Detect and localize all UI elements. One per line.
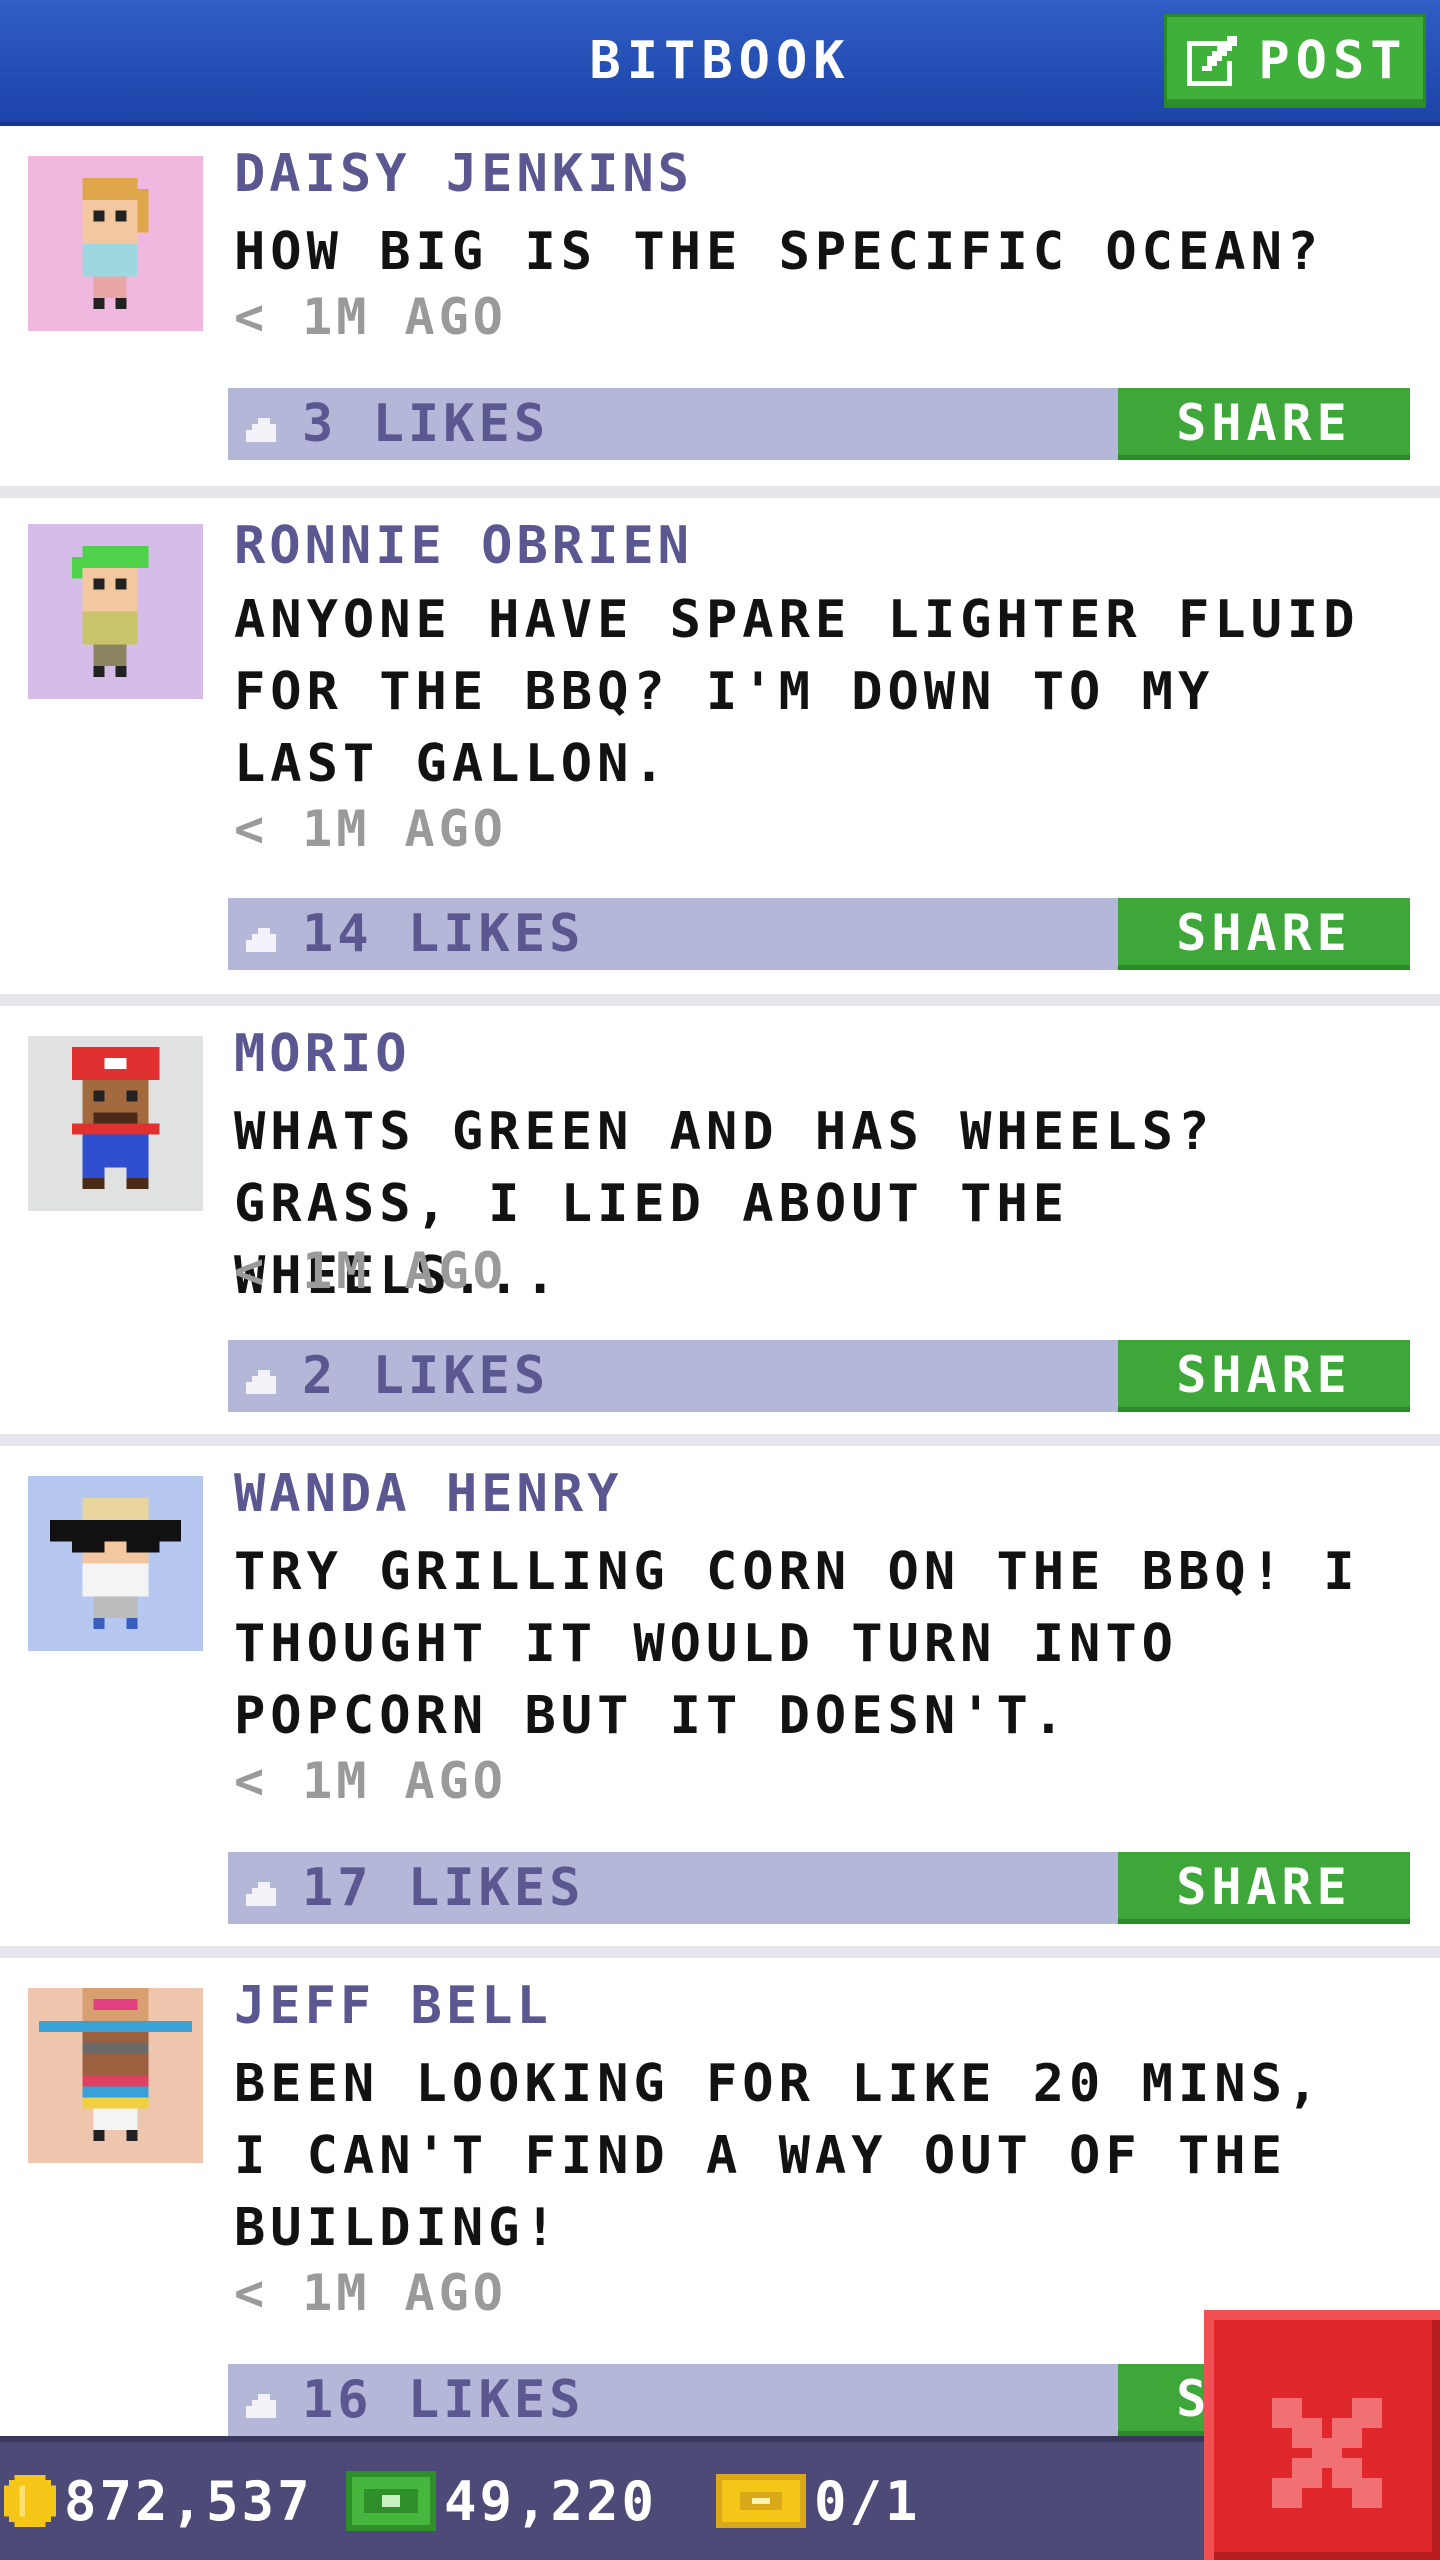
like-bar: 17 LIKES SHARE (228, 1852, 1410, 1924)
bux-stat: 49,220 (346, 2442, 657, 2560)
post-button-label: POST (1258, 31, 1408, 91)
like-count: 14 LIKES (302, 904, 585, 964)
avatar (28, 156, 203, 331)
avatar (28, 1036, 203, 1211)
share-button[interactable]: SHARE (1118, 1340, 1410, 1412)
post-divider (0, 1434, 1440, 1446)
post-author[interactable]: JEFF BELL (234, 1976, 552, 2036)
ticket-icon (716, 2474, 814, 2528)
like-count: 3 LIKES (302, 394, 550, 454)
post-author[interactable]: WANDA HENRY (234, 1464, 622, 1524)
like-bar: 14 LIKES SHARE (228, 898, 1410, 970)
post-time: < 1M AGO (234, 800, 507, 858)
post-divider (0, 1946, 1440, 1958)
like-count: 16 LIKES (302, 2370, 585, 2430)
feed-post: WANDA HENRY TRY GRILLING CORN ON THE BBQ… (0, 1446, 1440, 1946)
like-bar: 3 LIKES SHARE (228, 388, 1410, 460)
feed-post: MORIO WHATS GREEN AND HAS WHEELS? GRASS,… (0, 1006, 1440, 1434)
post-divider (0, 994, 1440, 1006)
feed-post: RONNIE OBRIEN ANYONE HAVE SPARE LIGHTER … (0, 498, 1440, 994)
post-divider (0, 486, 1440, 498)
post-author[interactable]: MORIO (234, 1024, 411, 1084)
tickets-value: 0/1 (814, 2469, 921, 2533)
bux-value: 49,220 (444, 2469, 658, 2533)
cash-icon (346, 2471, 444, 2531)
post-text: TRY GRILLING CORN ON THE BBQ! I THOUGHT … (234, 1542, 1360, 1746)
bitbook-screen: BITBOOK POST DAISY JENKINS HOW BIG IS TH… (0, 0, 1440, 2560)
post-text: HOW BIG IS THE SPECIFIC OCEAN? (234, 222, 1324, 282)
thumbs-up-icon[interactable] (240, 2364, 288, 2440)
coin-icon (4, 2475, 64, 2527)
post-text: ANYONE HAVE SPARE LIGHTER FLUID FOR THE … (234, 590, 1360, 794)
post-button[interactable]: POST (1164, 14, 1426, 108)
feed-post: DAISY JENKINS HOW BIG IS THE SPECIFIC OC… (0, 126, 1440, 486)
thumbs-up-icon[interactable] (240, 1852, 288, 1928)
post-time: < 1M AGO (234, 1242, 507, 1300)
thumbs-up-icon[interactable] (240, 388, 288, 464)
coins-stat: 872,537 (4, 2442, 313, 2560)
thumbs-up-icon[interactable] (240, 898, 288, 974)
share-button[interactable]: SHARE (1118, 1852, 1410, 1924)
close-button[interactable] (1204, 2310, 1440, 2560)
header-bar: BITBOOK POST (0, 0, 1440, 126)
post-time: < 1M AGO (234, 288, 507, 346)
like-count: 2 LIKES (302, 1346, 550, 1406)
share-button[interactable]: SHARE (1118, 388, 1410, 460)
tickets-stat: 0/1 (716, 2442, 921, 2560)
thumbs-up-icon[interactable] (240, 1340, 288, 1416)
like-count: 17 LIKES (302, 1858, 585, 1918)
like-bar: 2 LIKES SHARE (228, 1340, 1410, 1412)
post-time: < 1M AGO (234, 1752, 507, 1810)
post-author[interactable]: RONNIE OBRIEN (234, 516, 693, 576)
post-text: BEEN LOOKING FOR LIKE 20 MINS, I CAN'T F… (234, 2054, 1324, 2258)
share-button[interactable]: SHARE (1118, 898, 1410, 970)
avatar (28, 1988, 203, 2163)
coins-value: 872,537 (64, 2469, 313, 2533)
post-author[interactable]: DAISY JENKINS (234, 144, 693, 204)
avatar (28, 1476, 203, 1651)
edit-icon (1182, 31, 1242, 91)
avatar (28, 524, 203, 699)
post-time: < 1M AGO (234, 2264, 507, 2322)
